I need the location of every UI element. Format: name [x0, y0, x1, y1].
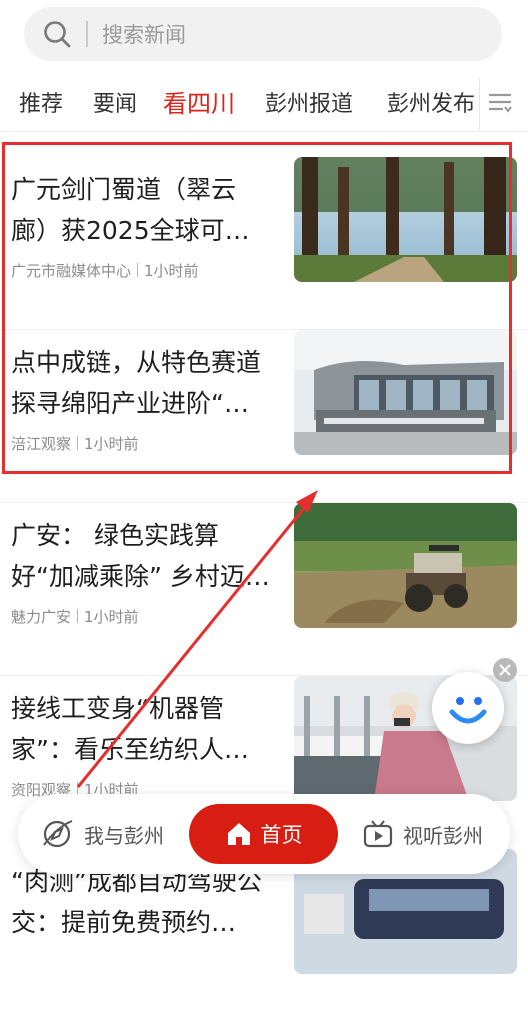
news-time: 1小时前: [84, 608, 139, 626]
tab-pengzhou-release[interactable]: 彭州发布: [387, 86, 475, 118]
nav-home-button[interactable]: 首页: [189, 804, 338, 864]
news-title[interactable]: 广安： 绿色实践算好“加减乘除” 乡村迈…: [11, 515, 273, 597]
tab-pengzhou-report[interactable]: 彭州报道: [265, 86, 353, 118]
channel-tabs: 推荐 要闻 看四川 彭州报道 彭州发布: [0, 78, 528, 130]
nav-label: 视听彭州: [403, 823, 483, 848]
nav-label: 首页: [260, 823, 303, 847]
tab-recommend[interactable]: 推荐: [19, 86, 63, 118]
tab-headlines[interactable]: 要闻: [93, 86, 137, 118]
news-item[interactable]: “肉测”成都自动驾驶公交：提前免费预约…: [0, 849, 528, 1022]
search-icon: [44, 21, 71, 48]
nav-label: 我与彭州: [84, 823, 164, 848]
search-divider: [86, 21, 88, 47]
search-input[interactable]: 搜索新闻: [102, 19, 186, 49]
news-meta: 魅力广安 1小时前: [11, 606, 139, 627]
tab-sichuan[interactable]: 看四川: [163, 84, 235, 119]
nav-me-and-pengzhou[interactable]: 我与彭州: [40, 794, 164, 874]
tab-menu-icon[interactable]: [488, 91, 512, 115]
news-title[interactable]: 接线工变身“机器管家”：看乐至纺织人…: [11, 688, 273, 770]
assistant-smile-button[interactable]: [432, 672, 504, 744]
home-icon: [227, 823, 250, 845]
highlight-box: [2, 142, 512, 474]
tabs-divider: [0, 131, 528, 132]
search-bar[interactable]: 搜索新闻: [24, 7, 502, 61]
news-item[interactable]: 广安： 绿色实践算好“加减乘除” 乡村迈… 魅力广安 1小时前: [0, 503, 528, 676]
tv-icon: [363, 820, 393, 848]
compass-icon: [43, 820, 73, 848]
nav-audio-video[interactable]: 视听彭州: [361, 794, 483, 874]
bottom-nav: 我与彭州 首页 视听彭州: [18, 794, 510, 874]
news-source: 魅力广安: [11, 608, 72, 626]
news-thumbnail-tractor[interactable]: [294, 503, 517, 628]
smile-icon: [449, 697, 487, 724]
